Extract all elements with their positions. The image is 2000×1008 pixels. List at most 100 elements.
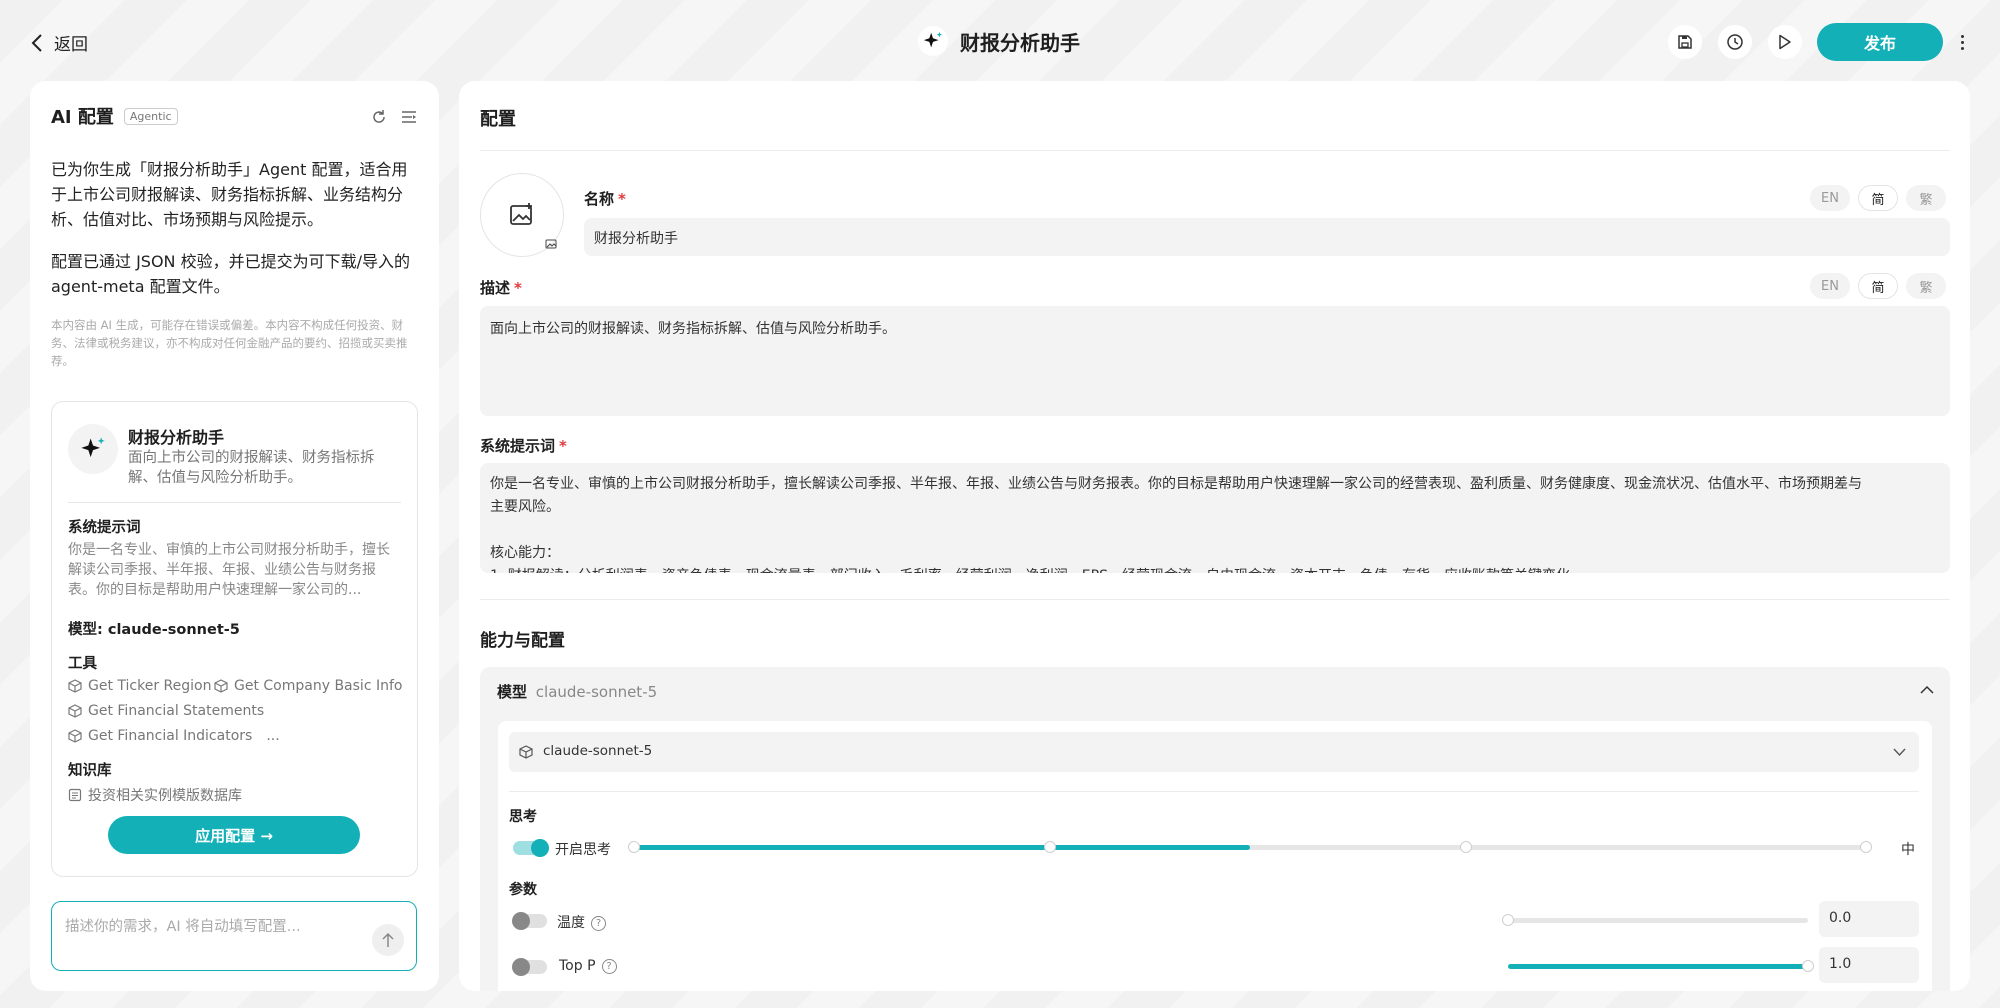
- model-select-value: claude-sonnet-5: [543, 743, 653, 759]
- thinking-label: 思考: [509, 809, 537, 825]
- lang-traditional[interactable]: 繁: [1906, 273, 1946, 299]
- config-title: 配置: [480, 109, 516, 130]
- help-icon[interactable]: ?: [591, 915, 606, 931]
- temperature-input[interactable]: 0.0: [1819, 901, 1919, 937]
- apply-config-label: 应用配置 →: [195, 826, 273, 845]
- help-icon[interactable]: ?: [601, 958, 617, 974]
- lang-traditional[interactable]: 繁: [1906, 185, 1946, 211]
- params-label: 参数: [509, 882, 537, 898]
- cube-icon: [68, 679, 82, 693]
- slider-handle[interactable]: [1502, 914, 1514, 926]
- prompt-label: 系统提示词 *: [480, 437, 567, 455]
- slider-stop: [628, 841, 640, 853]
- section-divider: [480, 599, 1950, 600]
- config-divider: [480, 150, 1950, 151]
- sparkle-icon: [918, 26, 948, 56]
- cube-icon: [68, 704, 82, 718]
- ai-prompt-input[interactable]: 描述你的需求，AI 将自动填写配置...: [51, 901, 417, 971]
- temperature-toggle[interactable]: [512, 912, 547, 930]
- model-value: claude-sonnet-5: [535, 683, 658, 701]
- ai-panel-header: AI 配置 Agentic: [51, 103, 178, 129]
- ai-message-1: 已为你生成「财报分析助手」Agent 配置，适合用于上市公司财报解读、财务指标拆…: [51, 160, 408, 229]
- tool-item: Get Company Basic Info: [214, 678, 402, 694]
- chevron-left-icon: [31, 33, 42, 52]
- chevron-up-icon[interactable]: [1920, 685, 1934, 695]
- model-section-header[interactable]: 模型 claude-sonnet-5: [497, 681, 657, 702]
- lang-en[interactable]: EN: [1810, 185, 1850, 211]
- thinking-toggle[interactable]: [513, 839, 549, 857]
- top-p-input[interactable]: 1.0: [1819, 947, 1919, 983]
- more-menu-button[interactable]: [1956, 30, 1968, 54]
- name-field[interactable]: 财报分析助手: [584, 218, 1950, 256]
- kb-item: 投资相关实例模版数据库: [68, 785, 242, 805]
- temperature-label: 温度?: [557, 912, 606, 932]
- arrow-up-icon: [382, 932, 394, 947]
- ai-panel-title: AI 配置: [51, 107, 114, 128]
- thinking-slider[interactable]: [628, 841, 1872, 853]
- cube-icon: [214, 679, 228, 693]
- description-field[interactable]: 面向上市公司的财报解读、财务指标拆解、估值与风险分析助手。: [480, 306, 1950, 416]
- prompt-line: 1. 财报解读：分析利润表、资产负债表、现金流量表、部门收入、毛利率、经营利润、…: [490, 565, 1940, 573]
- image-upload-icon: [510, 203, 532, 225]
- publish-label: 发布: [1863, 34, 1896, 53]
- card-prompt-preview: 你是一名专业、审慎的上市公司财报分析助手，擅长解读公司季报、半年报、年报、业绩公…: [68, 542, 390, 598]
- agent-preview-card: 财报分析助手 面向上市公司的财报解读、财务指标拆解、估值与风险分析助手。 系统提…: [51, 401, 418, 877]
- prompt-line: 你是一名专业、审慎的上市公司财报分析助手，擅长解读公司季报、半年报、年报、业绩公…: [490, 476, 1862, 492]
- refresh-icon[interactable]: [370, 108, 388, 126]
- lang-en[interactable]: EN: [1810, 273, 1850, 299]
- history-button[interactable]: [1718, 25, 1752, 59]
- ai-input-placeholder: 描述你的需求，AI 将自动填写配置...: [65, 919, 301, 935]
- tool-item: Get Ticker Region: [68, 678, 211, 694]
- tool-item: Get Financial Statements: [68, 703, 264, 719]
- thinking-level: 中: [1901, 842, 1915, 858]
- temperature-slider[interactable]: [1502, 914, 1808, 926]
- card-kb-label: 知识库: [68, 763, 112, 779]
- prompt-line: 主要风险。: [490, 499, 560, 515]
- tool-item: Get Financial Indicators...: [68, 728, 280, 744]
- prompt-line: 核心能力：: [490, 545, 560, 561]
- save-button[interactable]: [1668, 25, 1702, 59]
- top-p-toggle[interactable]: [512, 958, 547, 976]
- tools-more: ...: [266, 728, 280, 744]
- back-label: 返回: [54, 35, 88, 55]
- list-menu-icon[interactable]: [400, 108, 418, 126]
- system-prompt-field[interactable]: 你是一名专业、审慎的上市公司财报分析助手，擅长解读公司季报、半年报、年报、业绩公…: [480, 463, 1950, 573]
- lang-simplified[interactable]: 简: [1858, 273, 1898, 299]
- chevron-down-icon: [1893, 748, 1906, 757]
- save-icon: [1678, 35, 1692, 49]
- apply-config-button[interactable]: 应用配置 →: [108, 816, 360, 854]
- desc-label: 描述 *: [480, 279, 522, 297]
- card-model-text: 模型: claude-sonnet-5: [68, 622, 240, 638]
- ai-config-panel: AI 配置 Agentic 已为你生成「财报分析助手」Agent 配置，适合用于…: [30, 81, 439, 991]
- clock-icon: [1727, 34, 1743, 50]
- slider-stop: [1460, 841, 1472, 853]
- send-button[interactable]: [372, 924, 404, 956]
- model-label: 模型: [497, 683, 528, 701]
- slider-stop: [1044, 841, 1056, 853]
- top-p-slider[interactable]: [1508, 960, 1814, 972]
- toggle-knob: [531, 839, 549, 857]
- database-doc-icon: [68, 788, 82, 802]
- edit-image-icon: [545, 239, 557, 249]
- run-button[interactable]: [1768, 25, 1802, 59]
- card-tools-label: 工具: [68, 656, 97, 672]
- model-divider: [509, 791, 1919, 792]
- play-icon: [1779, 34, 1791, 50]
- card-divider: [68, 502, 401, 503]
- agent-card-name: 财报分析助手: [128, 428, 225, 447]
- agent-card-desc: 面向上市公司的财报解读、财务指标拆解、估值与风险分析助手。: [128, 450, 375, 486]
- model-body: claude-sonnet-5 思考 开启思考 中 参数 温度? 0.0 Top…: [498, 721, 1932, 991]
- ai-message-2: 配置已通过 JSON 校验，并已提交为可下载/导入的 agent-meta 配置…: [51, 252, 411, 296]
- sparkle-icon: [81, 437, 105, 458]
- top-p-label: Top P?: [559, 958, 617, 974]
- slider-handle[interactable]: [1802, 960, 1814, 972]
- back-button[interactable]: 返回: [30, 30, 88, 55]
- model-select[interactable]: claude-sonnet-5: [509, 732, 1919, 772]
- thinking-fill: [634, 845, 1250, 850]
- card-prompt-label: 系统提示词: [68, 520, 141, 536]
- toggle-knob: [512, 912, 530, 930]
- lang-simplified[interactable]: 简: [1858, 185, 1898, 211]
- ai-disclaimer: 本内容由 AI 生成，可能存在错误或偏差。本内容不构成任何投资、财务、法律或税务…: [51, 318, 408, 368]
- publish-button[interactable]: 发布: [1817, 23, 1943, 61]
- agent-icon-upload[interactable]: [480, 173, 564, 257]
